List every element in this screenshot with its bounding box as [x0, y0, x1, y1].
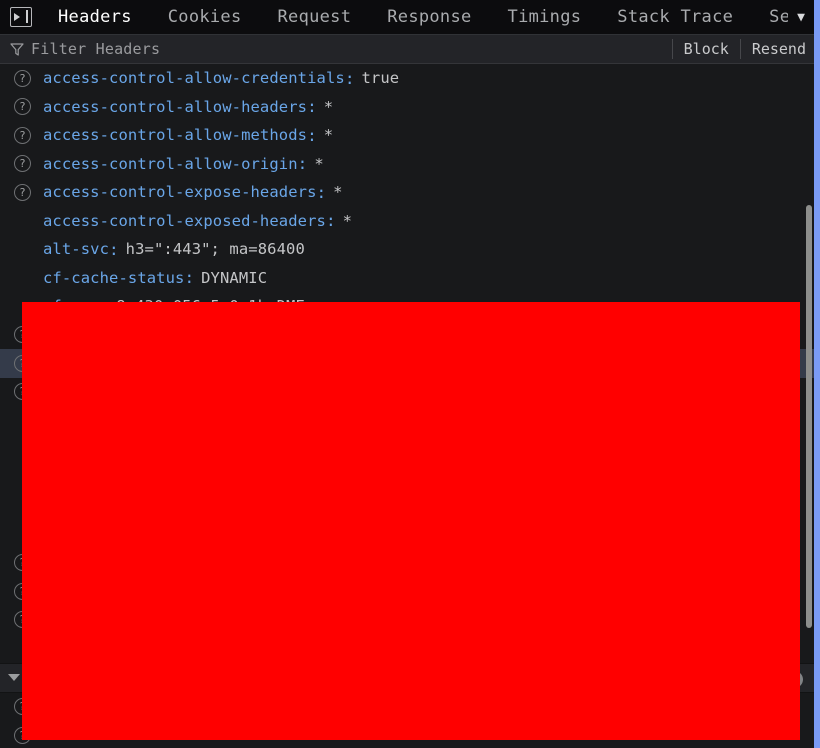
table-row[interactable]: alt-svc: h3=":443"; ma=86400: [0, 235, 814, 264]
header-name: access-control-allow-headers: [43, 97, 308, 116]
caret-down-icon[interactable]: [8, 674, 20, 681]
details-tab-bar: Headers Cookies Request Response Timings Stac…: [0, 0, 814, 35]
panel-toggle-icon[interactable]: [10, 7, 32, 27]
question-mark-icon[interactable]: ?: [14, 98, 31, 116]
header-colon: :: [297, 154, 308, 174]
tab-cookies[interactable]: Cookies: [150, 0, 260, 34]
chevron-down-icon: ▼: [797, 9, 805, 25]
funnel-icon: [10, 42, 24, 56]
tab-secu[interactable]: Secu: [751, 0, 788, 34]
vertical-scrollbar[interactable]: [803, 64, 814, 748]
header-value: *: [314, 154, 324, 173]
panel-toggle-triangle: [14, 13, 20, 21]
header-colon: :: [307, 125, 317, 145]
header-name: access-control-exposed-headers: [43, 211, 326, 230]
panel-toggle-bar: [26, 10, 28, 23]
table-row[interactable]: ? access-control-allow-credentials: true: [0, 64, 814, 93]
header-colon: :: [307, 97, 317, 117]
header-colon: :: [344, 68, 355, 88]
filter-toolbar: Block Resend: [0, 35, 814, 64]
scrollbar-thumb[interactable]: [806, 205, 812, 628]
row-icon-placeholder: [14, 212, 31, 229]
question-mark-icon[interactable]: ?: [14, 126, 31, 144]
question-mark-icon[interactable]: ?: [14, 155, 31, 173]
filter-headers-input[interactable]: [31, 40, 672, 58]
table-row[interactable]: ? access-control-expose-headers: *: [0, 178, 814, 207]
header-name: access-control-allow-origin: [43, 154, 298, 173]
tab-strip: Headers Cookies Request Response Timings Stac…: [40, 0, 788, 34]
header-value: *: [342, 211, 353, 230]
block-button[interactable]: Block: [671, 39, 740, 59]
header-value: DYNAMIC: [201, 268, 268, 287]
header-colon: :: [109, 239, 119, 259]
header-name: access-control-expose-headers: [43, 183, 317, 202]
tab-request[interactable]: Request: [260, 0, 370, 34]
tab-timings[interactable]: Timings: [490, 0, 600, 34]
header-value: *: [323, 126, 334, 145]
header-name: alt-svc: [43, 240, 110, 259]
question-mark-icon[interactable]: ?: [14, 183, 31, 201]
row-icon-placeholder: [14, 269, 31, 286]
header-name: access-control-allow-methods: [43, 126, 308, 145]
table-row[interactable]: ? access-control-allow-headers: *: [0, 93, 814, 122]
header-value: h3=":443"; ma=86400: [125, 240, 305, 259]
devtools-network-details-panel: Headers Cookies Request Response Timings Stac…: [0, 0, 820, 748]
header-name: access-control-allow-credentials: [43, 69, 345, 88]
header-colon: :: [184, 268, 195, 288]
tab-response[interactable]: Response: [369, 0, 489, 34]
header-colon: :: [316, 182, 327, 202]
header-name: cf-cache-status: [43, 268, 185, 287]
tab-headers[interactable]: Headers: [40, 0, 150, 34]
tab-overflow-button[interactable]: ▼: [788, 0, 814, 34]
table-row[interactable]: cf-cache-status: DYNAMIC: [0, 264, 814, 293]
table-row[interactable]: ? access-control-allow-origin: *: [0, 150, 814, 179]
red-overlay-rectangle: [22, 302, 800, 740]
question-mark-icon[interactable]: ?: [14, 69, 31, 87]
row-icon-placeholder: [14, 241, 31, 258]
table-row[interactable]: ? access-control-allow-methods: *: [0, 121, 814, 150]
tab-stack-trace[interactable]: Stack Trace: [599, 0, 751, 34]
header-value: true: [361, 69, 400, 88]
header-value: *: [323, 97, 334, 116]
table-row[interactable]: access-control-exposed-headers: *: [0, 207, 814, 236]
header-colon: :: [325, 211, 336, 231]
resend-button[interactable]: Resend: [739, 39, 814, 59]
header-value: *: [333, 183, 343, 202]
